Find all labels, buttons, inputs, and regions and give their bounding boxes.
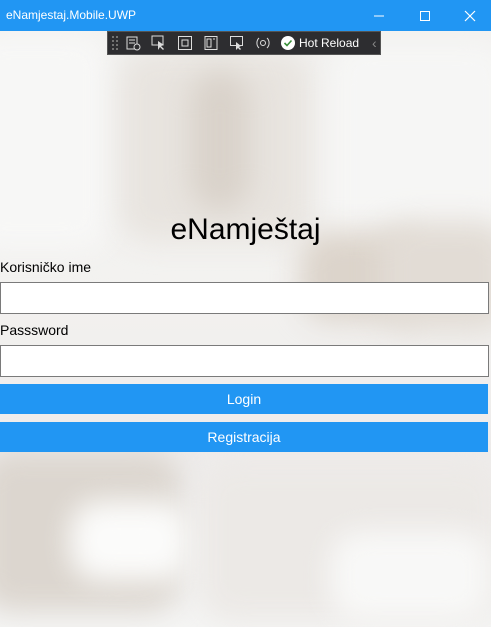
minimize-button[interactable] — [356, 0, 402, 31]
register-button[interactable]: Registracija — [0, 422, 488, 452]
select-element-button[interactable] — [147, 32, 171, 54]
chevron-left-icon[interactable]: ‹ — [372, 35, 377, 51]
close-button[interactable] — [447, 0, 491, 31]
display-layout-icon — [230, 36, 243, 50]
maximize-icon — [420, 10, 430, 21]
select-element-icon — [151, 35, 164, 50]
password-input[interactable] — [0, 345, 489, 377]
close-icon — [464, 10, 476, 21]
check-circle-icon — [281, 36, 295, 50]
window-title: eNamjestaj.Mobile.UWP — [6, 8, 137, 22]
track-focus-button[interactable] — [199, 32, 223, 54]
binding-failures-button[interactable] — [251, 32, 275, 54]
title-bar: eNamjestaj.Mobile.UWP — [0, 0, 491, 31]
track-focus-icon — [204, 36, 218, 50]
password-label: Passsword — [0, 322, 69, 338]
display-adorners-button[interactable] — [173, 32, 197, 54]
username-input[interactable] — [0, 282, 489, 314]
live-visual-tree-button[interactable] — [121, 32, 145, 54]
page-title: eNamještaj — [170, 213, 321, 246]
live-visual-tree-icon — [126, 36, 141, 51]
login-button[interactable]: Login — [0, 384, 488, 414]
display-adorners-icon — [178, 36, 192, 50]
toolbar-grip-handle[interactable] — [111, 35, 119, 51]
background-image — [0, 31, 491, 627]
minimize-icon — [374, 15, 384, 16]
app-window: eNamjestaj.Mobile.UWP Hot Reload ‹ eNamj… — [0, 0, 491, 627]
username-label: Korisničko ime — [0, 259, 92, 275]
binding-failures-icon — [256, 37, 270, 49]
maximize-button[interactable] — [402, 0, 448, 31]
xaml-debug-toolbar: Hot Reload ‹ — [107, 31, 381, 55]
hot-reload-button[interactable]: Hot Reload — [281, 36, 359, 50]
display-layout-button[interactable] — [225, 32, 249, 54]
hot-reload-label: Hot Reload — [299, 36, 360, 50]
